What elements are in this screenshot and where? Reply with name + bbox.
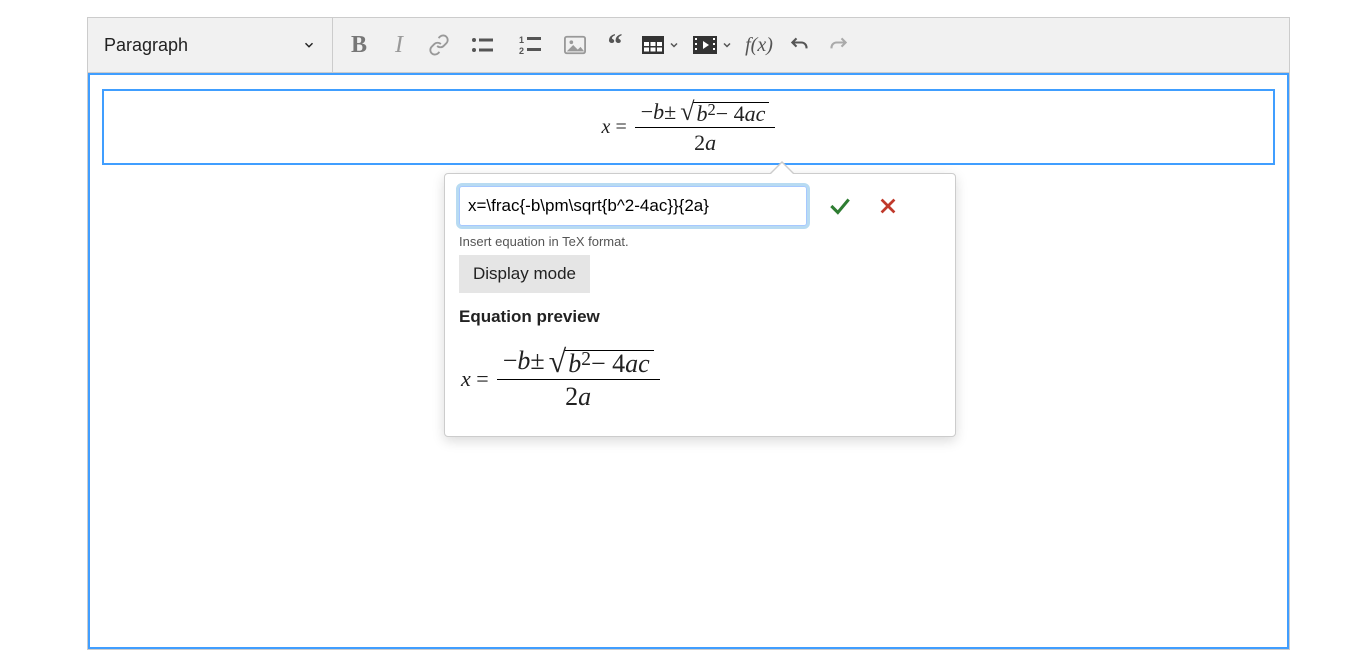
blockquote-button[interactable]: “ xyxy=(595,18,635,72)
italic-button[interactable]: I xyxy=(379,18,419,72)
italic-icon: I xyxy=(395,32,403,59)
content-area[interactable]: x = −b ± √ b2 − 4ac 2a xyxy=(88,73,1289,649)
numbered-list-icon: 12 xyxy=(519,35,543,55)
editor: Paragraph B I 12 “ xyxy=(87,17,1290,650)
tex-hint: Insert equation in TeX format. xyxy=(459,234,941,249)
toolbar: Paragraph B I 12 “ xyxy=(88,18,1289,73)
image-icon xyxy=(564,35,586,55)
cancel-button[interactable] xyxy=(873,191,903,221)
bold-icon: B xyxy=(351,32,367,59)
redo-icon xyxy=(828,35,850,55)
tex-input[interactable] xyxy=(459,186,807,226)
equation-popover: Insert equation in TeX format. Display m… xyxy=(444,173,956,437)
undo-icon xyxy=(788,35,810,55)
media-icon xyxy=(693,36,717,54)
check-icon xyxy=(827,193,853,219)
image-button[interactable] xyxy=(555,18,595,72)
svg-text:2: 2 xyxy=(519,46,524,55)
link-button[interactable] xyxy=(419,18,459,72)
chevron-down-icon xyxy=(668,39,680,51)
bullet-list-icon xyxy=(471,35,495,55)
quote-icon: “ xyxy=(608,42,623,48)
block-format-select[interactable]: Paragraph xyxy=(88,18,333,72)
table-button[interactable] xyxy=(635,18,687,72)
equation-block-selected[interactable]: x = −b ± √ b2 − 4ac 2a xyxy=(102,89,1275,165)
preview-label: Equation preview xyxy=(459,307,941,327)
display-mode-button[interactable]: Display mode xyxy=(459,255,590,293)
link-icon xyxy=(428,34,450,56)
equation-icon: f(x) xyxy=(745,34,773,57)
undo-button[interactable] xyxy=(779,18,819,72)
rendered-equation: x = −b ± √ b2 − 4ac 2a xyxy=(602,97,776,158)
confirm-button[interactable] xyxy=(825,191,855,221)
media-button[interactable] xyxy=(687,18,739,72)
equation-preview: x = −b ± √ b2 − 4ac 2a xyxy=(461,343,941,414)
redo-button[interactable] xyxy=(819,18,859,72)
bold-button[interactable]: B xyxy=(339,18,379,72)
numbered-list-button[interactable]: 12 xyxy=(507,18,555,72)
equation-button[interactable]: f(x) xyxy=(739,18,779,72)
close-icon xyxy=(877,195,899,217)
chevron-down-icon xyxy=(302,38,316,52)
chevron-down-icon xyxy=(721,39,733,51)
table-icon xyxy=(642,36,664,54)
svg-text:1: 1 xyxy=(519,35,524,45)
block-format-label: Paragraph xyxy=(104,35,188,56)
bullet-list-button[interactable] xyxy=(459,18,507,72)
